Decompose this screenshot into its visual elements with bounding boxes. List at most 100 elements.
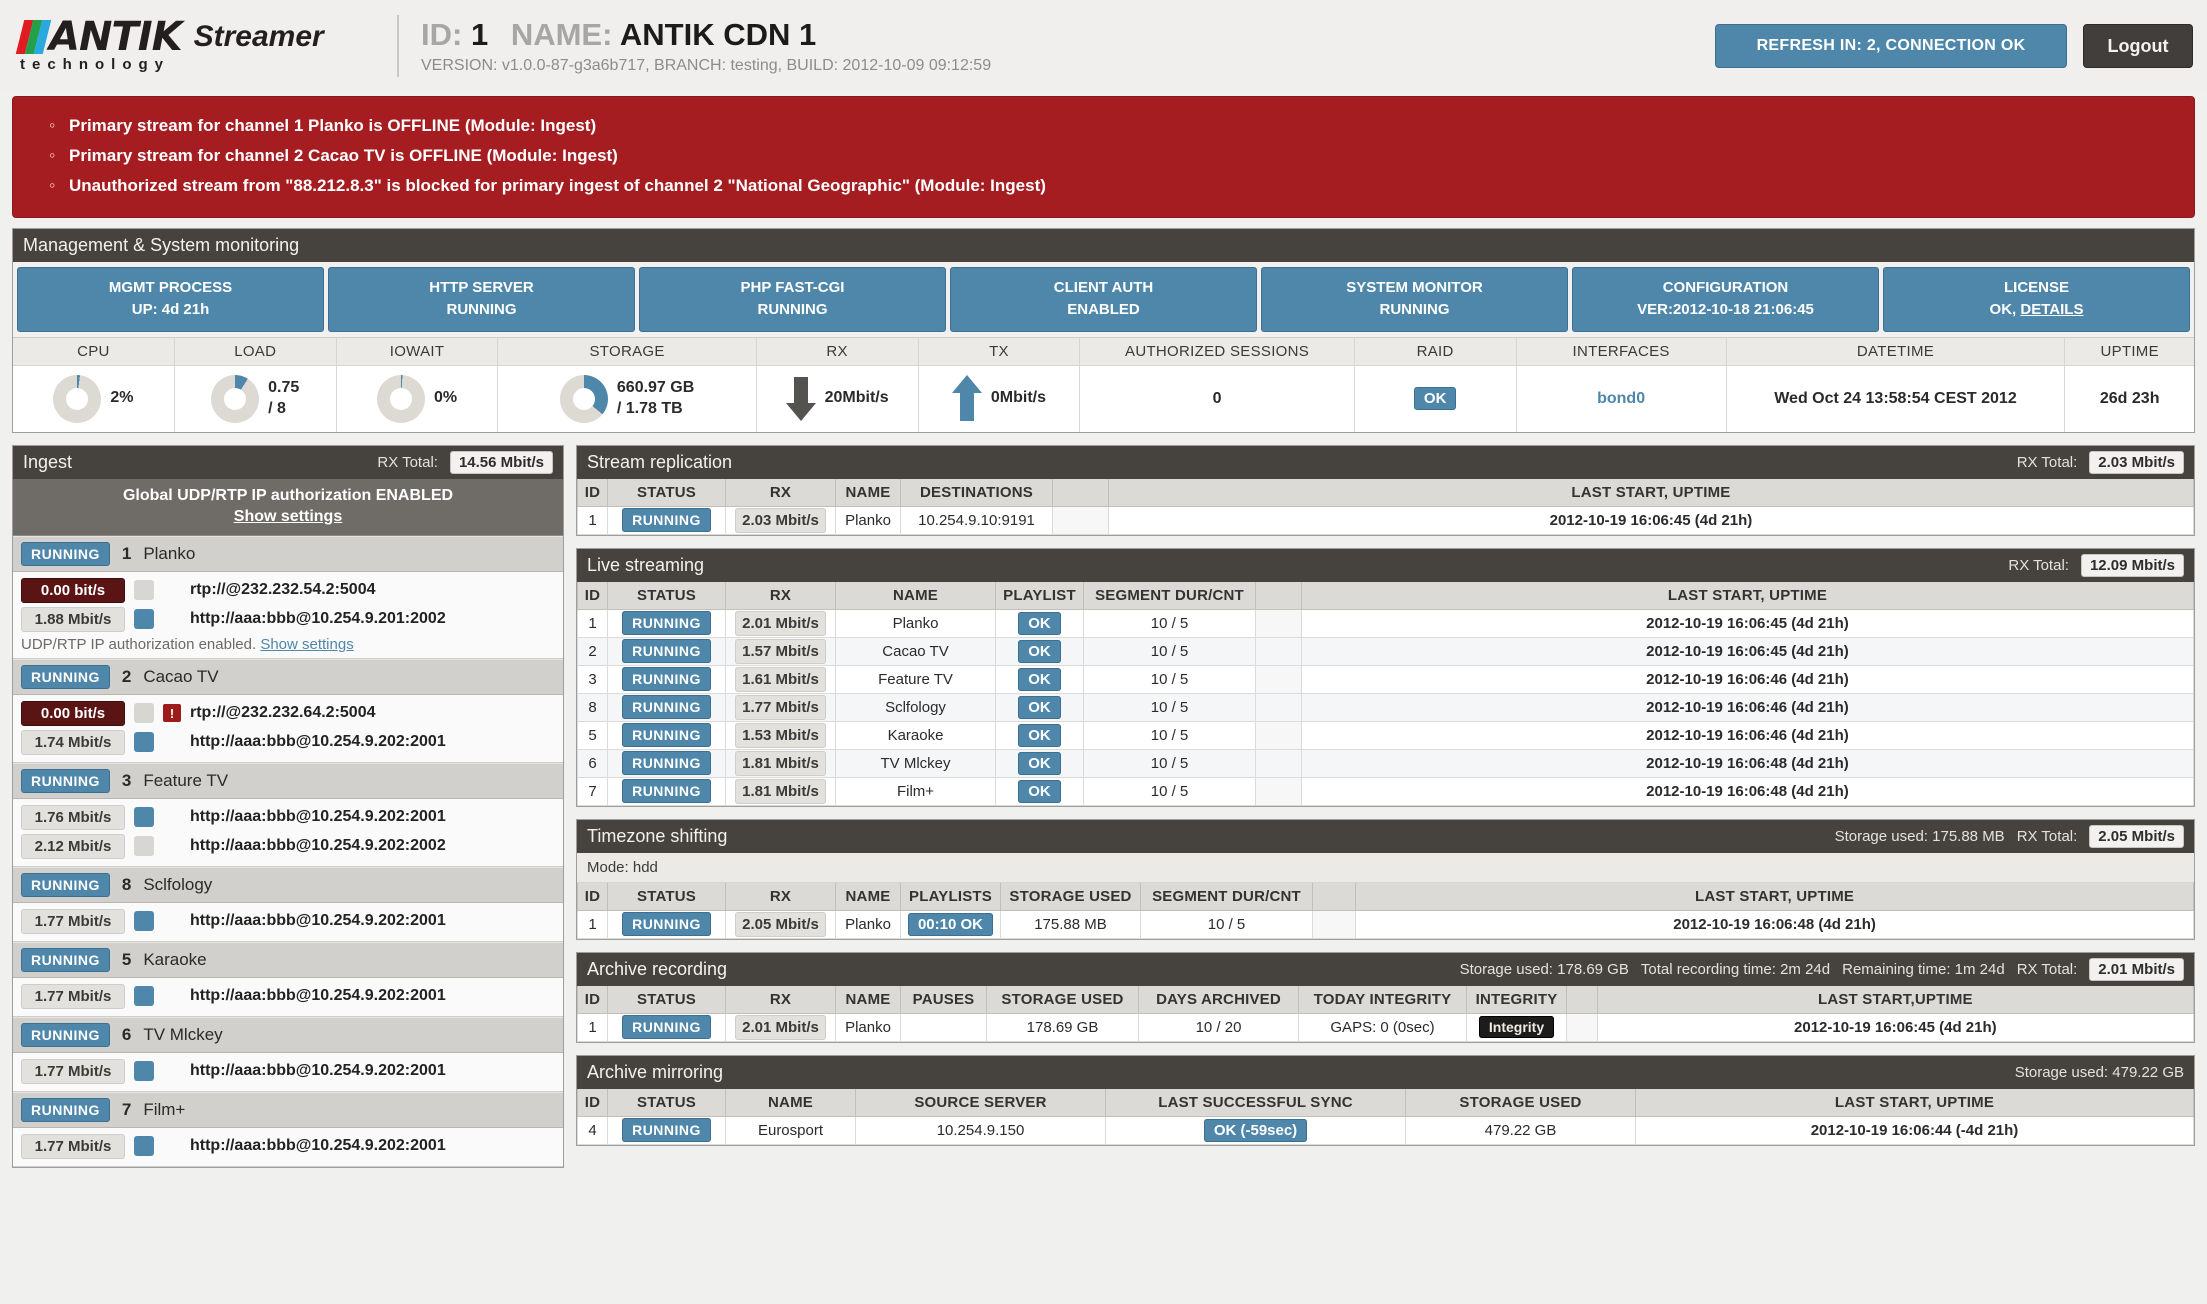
metric-tx-value: 0Mbit/s	[990, 389, 1047, 407]
channel-status-badge: RUNNING	[21, 1097, 110, 1122]
table-row[interactable]: 4 RUNNING Eurosport 10.254.9.150 OK (-59sec)…	[577, 1115, 2194, 1145]
cell-segment: 10 / 5	[1083, 664, 1256, 694]
source-indicator-icon	[134, 732, 154, 752]
column-header: SEGMENT DUR/CNT	[1140, 882, 1313, 911]
raid-status-badge[interactable]: OK	[1413, 387, 1457, 410]
auth-note-settings-link[interactable]: Show settings	[260, 636, 353, 653]
ingest-panel-header: Ingest RX Total: 14.56 Mbit/s	[13, 445, 563, 479]
mgmt-status-box[interactable]: CONFIGURATION VER:2012-10-18 21:06:45	[1572, 267, 1879, 332]
ingest-source-row[interactable]: 0.00 bit/s! rtp://@232.232.64.2:5004	[21, 699, 555, 728]
source-url: rtp://@232.232.54.2:5004	[190, 581, 376, 598]
mgmt-status-box[interactable]: PHP FAST-CGI RUNNING	[639, 267, 946, 332]
mgmt-status-box[interactable]: SYSTEM MONITOR RUNNING	[1261, 267, 1568, 332]
cell-last-start: 2012-10-19 16:06:48 (4d 21h)	[1300, 748, 2195, 778]
column-header: NAME	[725, 1088, 856, 1117]
ok-badge[interactable]: OK	[1018, 695, 1061, 719]
ingest-channel-header[interactable]: RUNNING 2 Cacao TV	[13, 658, 563, 695]
management-panel: Management & System monitoring MGMT PROC…	[12, 228, 2195, 433]
mgmt-status-box[interactable]: MGMT PROCESS UP: 4d 21h	[17, 267, 324, 332]
column-header: ID	[577, 985, 608, 1014]
table-row[interactable]: 5 RUNNING 1.53 Mbit/s Karaoke OK 10 / 5 2012-1…	[577, 720, 2195, 750]
table-row[interactable]: 3 RUNNING 1.61 Mbit/s Feature TV OK 10 / 5 201…	[577, 664, 2195, 694]
ok-badge[interactable]: OK	[1018, 667, 1061, 691]
table-row[interactable]: 1 RUNNING 2.03 Mbit/s Planko 10.254.9.10:919…	[577, 505, 2195, 535]
column-header: RX	[725, 985, 836, 1014]
ingest-channel-header[interactable]: RUNNING 6 TV Mlckey	[13, 1016, 563, 1053]
metric-load: LOAD 0.75 / 8	[173, 337, 336, 432]
mgmt-status-box[interactable]: CLIENT AUTH ENABLED	[950, 267, 1257, 332]
metric-tx-label: TX	[918, 337, 1080, 366]
ok-badge[interactable]: OK	[1018, 639, 1061, 663]
mgmt-status-box[interactable]: LICENSE OK, DETAILS	[1883, 267, 2190, 332]
status-badge: RUNNING	[622, 1014, 711, 1039]
ingest-source-row[interactable]: 1.77 Mbit/s!http://aaa:bbb@10.254.9.202:…	[21, 1132, 555, 1161]
ingest-source-row[interactable]: 1.77 Mbit/s!http://aaa:bbb@10.254.9.202:…	[21, 907, 555, 936]
global-auth-settings-link[interactable]: Show settings	[13, 508, 563, 526]
table-body: 1 RUNNING 2.05 Mbit/s Planko 00:10 OK 175.88 …	[577, 909, 2194, 939]
ingest-channel-header[interactable]: RUNNING 8 Sclfology	[13, 866, 563, 903]
logout-button[interactable]: Logout	[2083, 24, 2193, 68]
alert-list: Primary stream for channel 1 Planko is O…	[13, 111, 2194, 201]
table-row[interactable]: 7 RUNNING 1.81 Mbit/s Film+ OK 10 / 5 2012-10-…	[577, 776, 2195, 806]
source-bitrate: 0.00 bit/s	[21, 577, 125, 603]
table-row[interactable]: 2 RUNNING 1.57 Mbit/s Cacao TV OK 10 / 5 2012-…	[577, 636, 2195, 666]
brand-logo: ANTIK Streamer technology	[14, 17, 389, 73]
column-header: STATUS	[607, 478, 726, 507]
ingest-source-row[interactable]: 1.88 Mbit/s!http://aaa:bbb@10.254.9.201:…	[21, 605, 555, 634]
ingest-source-row[interactable]: 1.77 Mbit/s!http://aaa:bbb@10.254.9.202:…	[21, 982, 555, 1011]
table-row[interactable]: 1 RUNNING 2.01 Mbit/s Planko OK 10 / 5 2012-10…	[577, 608, 2195, 638]
table-row[interactable]: 6 RUNNING 1.81 Mbit/s TV Mlckey OK 10 / 5 2012…	[577, 748, 2195, 778]
table-row[interactable]: 1 RUNNING 2.01 Mbit/s Planko 178.69 GB 10 / 2…	[577, 1012, 2195, 1042]
cell-last-start: 2012-10-19 16:06:46 (4d 21h)	[1300, 692, 2195, 722]
table-header-row: ID STATUS RX NAME PLAYLISTS STORAGE USED SEGME…	[577, 882, 2194, 911]
rate-pill: 1.53 Mbit/s	[735, 722, 826, 748]
system-metrics-row: CPU 2% LOAD 0.75 / 8 IOWAIT 0% STORAGE 6…	[13, 337, 2194, 432]
channel-status-badge: RUNNING	[21, 664, 110, 689]
ingest-channel-header[interactable]: RUNNING 1 Planko	[13, 535, 563, 572]
column-header: STATUS	[607, 1088, 726, 1117]
status-badge: RUNNING	[622, 610, 711, 635]
ingest-source-row[interactable]: 1.77 Mbit/s!http://aaa:bbb@10.254.9.202:…	[21, 1057, 555, 1086]
ok-badge[interactable]: 00:10 OK	[907, 912, 994, 936]
column-header: STORAGE USED	[1000, 882, 1141, 911]
cell-status: RUNNING	[607, 748, 726, 778]
ingest-source-row[interactable]: 0.00 bit/s!rtp://@232.232.54.2:5004	[21, 576, 555, 605]
cell-status: RUNNING	[607, 636, 726, 666]
integrity-button[interactable]: Integrity	[1478, 1015, 1555, 1038]
cell-name: Planko	[835, 909, 901, 939]
table-header-row: ID STATUS NAME SOURCE SERVER LAST SUCCESSFUL…	[577, 1088, 2194, 1117]
cell-id: 1	[577, 505, 608, 535]
ok-badge[interactable]: OK	[1018, 723, 1061, 747]
table-row[interactable]: 8 RUNNING 1.77 Mbit/s Sclfology OK 10 / 5 2012…	[577, 692, 2195, 722]
ingest-channel-header[interactable]: RUNNING 5 Karaoke	[13, 941, 563, 978]
page-title: ID: 1 NAME: ANTIK CDN 1	[421, 17, 1715, 53]
metric-load-max: / 8	[268, 399, 286, 417]
metric-uptime: UPTIME 26d 23h	[2064, 337, 2194, 432]
ingest-source-row[interactable]: 1.76 Mbit/s!http://aaa:bbb@10.254.9.202:…	[21, 803, 555, 832]
source-warning-icon: !	[163, 704, 181, 722]
ingest-source-row[interactable]: 2.12 Mbit/s!http://aaa:bbb@10.254.9.202:…	[21, 832, 555, 861]
mgmt-box-title: SYSTEM MONITOR	[1346, 279, 1483, 296]
table-row[interactable]: 1 RUNNING 2.05 Mbit/s Planko 00:10 OK 175.88 …	[577, 909, 2194, 939]
cell-last-start: 2012-10-19 16:06:45 (4d 21h)	[1300, 636, 2195, 666]
auth-note-text: UDP/RTP IP authorization enabled.	[21, 635, 261, 653]
ingest-channel-header[interactable]: RUNNING 3 Feature TV	[13, 762, 563, 799]
ingest-channel-header[interactable]: RUNNING 7 Film+	[13, 1091, 563, 1128]
rate-pill: 2.01 Mbit/s	[735, 1014, 826, 1040]
timezone-shifting-header: Timezone shifting Storage used: 175.88 M…	[577, 819, 2194, 853]
ok-badge[interactable]: OK	[1018, 751, 1061, 775]
column-header: LAST SUCCESSFUL SYNC	[1105, 1088, 1406, 1117]
interface-link[interactable]: bond0	[1597, 390, 1645, 408]
mgmt-status-box[interactable]: HTTP SERVER RUNNING	[328, 267, 635, 332]
ar-rx-value: 2.01 Mbit/s	[2089, 957, 2184, 981]
ok-badge[interactable]: OK	[1018, 779, 1061, 803]
cell-name: Film+	[835, 776, 996, 806]
ok-badge[interactable]: OK	[1018, 611, 1061, 635]
ar-storage-used: Storage used: 178.69 GB	[1459, 960, 1629, 978]
cell-segment: 10 / 5	[1083, 748, 1256, 778]
mgmt-box-status: UP: 4d 21h	[131, 300, 210, 318]
ingest-source-row[interactable]: 1.74 Mbit/s!http://aaa:bbb@10.254.9.202:…	[21, 728, 555, 757]
refresh-button[interactable]: REFRESH IN: 2, CONNECTION OK	[1715, 24, 2067, 68]
ok-badge[interactable]: OK (-59sec)	[1203, 1118, 1308, 1142]
cell-playlist: OK	[995, 636, 1084, 666]
